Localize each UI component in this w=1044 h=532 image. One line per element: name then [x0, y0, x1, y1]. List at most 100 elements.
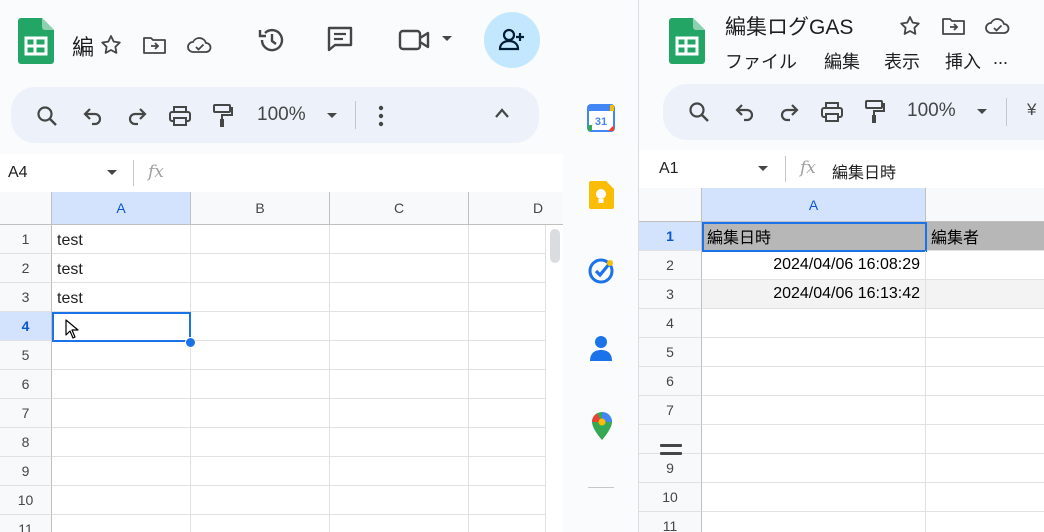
sheets-logo-icon-right[interactable]: [669, 18, 705, 64]
row-header-6[interactable]: 6: [639, 367, 702, 396]
sheets-logo-icon[interactable]: [18, 18, 54, 64]
menu-file[interactable]: ファイル: [725, 48, 797, 74]
star-icon[interactable]: [898, 14, 922, 38]
row-header-8[interactable]: 8: [0, 428, 52, 457]
row-header-5[interactable]: 5: [639, 338, 702, 367]
print-icon[interactable]: [168, 104, 192, 128]
zoom-value[interactable]: 100%: [907, 100, 956, 122]
row-header-7[interactable]: 7: [0, 399, 52, 428]
search-icon[interactable]: [35, 104, 59, 128]
row-header-1[interactable]: 1: [639, 222, 702, 251]
menu-insert[interactable]: 挿入: [945, 48, 981, 74]
redo-icon[interactable]: [126, 105, 148, 127]
version-history-icon[interactable]: [256, 24, 288, 56]
menu-view[interactable]: 表示: [884, 48, 920, 74]
row-header-4[interactable]: 4: [639, 309, 702, 338]
row-header-8[interactable]: [639, 425, 702, 454]
formula-separator: [785, 156, 786, 182]
share-button[interactable]: [484, 12, 540, 68]
more-vert-icon[interactable]: [377, 104, 385, 128]
collapse-menus-icon[interactable]: [494, 107, 510, 119]
cell-b3[interactable]: [926, 280, 1044, 309]
select-all-corner[interactable]: [639, 188, 702, 222]
keep-icon[interactable]: [588, 181, 614, 209]
undo-icon[interactable]: [734, 101, 756, 123]
maps-icon[interactable]: [591, 412, 613, 440]
name-box[interactable]: A4: [8, 164, 28, 182]
freeze-drag-handle-top[interactable]: [660, 444, 682, 447]
calendar-icon[interactable]: 31: [587, 104, 615, 132]
comments-icon[interactable]: [325, 24, 355, 54]
star-icon[interactable]: [99, 33, 123, 57]
column-header-b[interactable]: B: [191, 192, 330, 225]
cell-b1[interactable]: 編集者: [926, 222, 1044, 251]
row-header-3[interactable]: 3: [0, 283, 52, 312]
cell-a2[interactable]: test: [57, 261, 83, 279]
name-box[interactable]: A1: [659, 160, 679, 178]
row-header-11[interactable]: 11: [639, 512, 702, 532]
toolbar-separator: [1006, 98, 1007, 126]
zoom-value[interactable]: 100%: [257, 104, 306, 126]
paint-format-icon[interactable]: [863, 99, 887, 125]
chevron-down-icon[interactable]: [440, 34, 454, 44]
cell-a1[interactable]: test: [57, 232, 83, 250]
cell-a3[interactable]: test: [57, 290, 83, 308]
column-header-a[interactable]: A: [702, 188, 926, 222]
tasks-icon[interactable]: [588, 258, 614, 284]
doc-title-fragment[interactable]: 編: [72, 30, 94, 62]
row-header-10[interactable]: 10: [0, 486, 52, 515]
row-header-2[interactable]: 2: [639, 251, 702, 280]
cell-a3[interactable]: 2024/04/06 16:13:42: [702, 280, 926, 309]
meet-video-icon[interactable]: [398, 27, 432, 53]
right-gridlines: [702, 309, 1044, 532]
add-person-icon: [498, 28, 524, 51]
doc-title[interactable]: 編集ログGAS: [725, 11, 853, 41]
search-icon[interactable]: [687, 100, 711, 124]
move-folder-icon[interactable]: [941, 14, 967, 38]
print-icon[interactable]: [820, 100, 844, 124]
left-grid: A B C D 1 2 3 4 5 6 7 8 9 10 11 test tes…: [0, 192, 563, 532]
row-header-7[interactable]: 7: [639, 396, 702, 425]
paint-format-icon[interactable]: [211, 103, 235, 129]
vertical-scrollbar-track[interactable]: [545, 225, 563, 532]
undo-icon[interactable]: [82, 105, 104, 127]
row-header-4[interactable]: 4: [0, 312, 52, 341]
zoom-dropdown-icon[interactable]: [976, 108, 988, 116]
row-header-9[interactable]: 9: [639, 454, 702, 483]
row-header-6[interactable]: 6: [0, 370, 52, 399]
redo-icon[interactable]: [778, 101, 800, 123]
menu-edit[interactable]: 編集: [824, 48, 860, 74]
fill-handle[interactable]: [185, 337, 196, 348]
select-all-corner[interactable]: [0, 192, 52, 225]
column-header-b[interactable]: [926, 188, 1044, 222]
cell-b2[interactable]: [926, 251, 1044, 280]
name-box-dropdown-icon[interactable]: [106, 169, 118, 177]
move-folder-icon[interactable]: [142, 33, 168, 57]
formula-separator: [133, 160, 134, 186]
cloud-saved-icon[interactable]: [984, 14, 1012, 38]
freeze-drag-handle-bottom[interactable]: [660, 452, 682, 455]
vertical-scrollbar-thumb[interactable]: [550, 229, 560, 263]
menu-more[interactable]: ...: [993, 48, 1008, 69]
column-header-d[interactable]: D: [469, 192, 563, 225]
row-header-11[interactable]: 11: [0, 515, 52, 532]
row-header-1[interactable]: 1: [0, 225, 52, 254]
toolbar-separator: [355, 101, 356, 129]
cloud-saved-icon[interactable]: [186, 33, 214, 57]
zoom-dropdown-icon[interactable]: [326, 112, 338, 120]
side-panel-divider: [588, 487, 614, 488]
row-header-10[interactable]: 10: [639, 483, 702, 512]
active-cell-a1[interactable]: [702, 222, 927, 252]
cell-a2[interactable]: 2024/04/06 16:08:29: [702, 251, 926, 280]
name-box-dropdown-icon[interactable]: [757, 165, 769, 173]
row-header-5[interactable]: 5: [0, 341, 52, 370]
fx-icon: fx: [800, 158, 816, 178]
column-header-a[interactable]: A: [52, 192, 191, 225]
column-header-c[interactable]: C: [330, 192, 469, 225]
row-header-3[interactable]: 3: [639, 280, 702, 309]
row-header-9[interactable]: 9: [0, 457, 52, 486]
contacts-icon[interactable]: [590, 335, 612, 361]
row-header-2[interactable]: 2: [0, 254, 52, 283]
formula-input[interactable]: 編集日時: [832, 159, 896, 183]
currency-format-button[interactable]: ¥: [1027, 100, 1036, 120]
